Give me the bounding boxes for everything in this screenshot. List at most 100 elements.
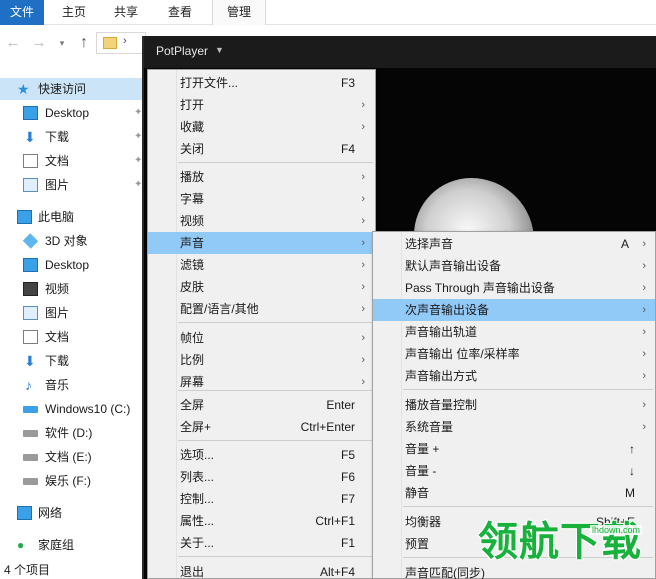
nav-item-drive-e[interactable]: 文档 (E:)	[0, 446, 142, 468]
main-menu-item-3[interactable]: 关闭 F4	[148, 138, 375, 160]
submenu-chevron-icon: ›	[361, 376, 365, 388]
nav-item-documents[interactable]: 文档 ✦	[0, 150, 142, 172]
nav-label: 软件 (D:)	[45, 426, 93, 440]
sound-menu-item-0[interactable]: 选择声音 A ›	[373, 233, 655, 255]
nav-label: 视频	[45, 282, 70, 296]
nav-label: 娱乐 (F:)	[45, 474, 91, 488]
menu-item-label: 打开	[180, 98, 205, 112]
menu-item-shortcut: Ctrl+F1	[315, 514, 355, 528]
nav-item-drive-c[interactable]: Windows10 (C:)	[0, 398, 142, 420]
sound-menu-item-6[interactable]: 声音输出方式 ›	[373, 365, 655, 387]
main-menu-item-20[interactable]: 关于... F1	[148, 532, 375, 554]
main-menu-item-13[interactable]: 屏幕 ›	[148, 371, 375, 393]
potplayer-title[interactable]: PotPlayer	[156, 44, 208, 58]
back-arrow-icon[interactable]: ←	[3, 32, 23, 54]
sound-menu-item-9[interactable]: 音量 + ↑	[373, 438, 655, 460]
sound-menu-item-5[interactable]: 声音输出 位率/采样率 ›	[373, 343, 655, 365]
menu-item-label: 预置	[405, 537, 430, 551]
nav-item-this-pc[interactable]: 此电脑	[0, 206, 142, 228]
nav-label: 下载	[45, 354, 70, 368]
main-menu-item-0[interactable]: 打开文件... F3	[148, 72, 375, 94]
sound-menu-item-4[interactable]: 声音输出轨道 ›	[373, 321, 655, 343]
submenu-chevron-icon: ›	[361, 215, 365, 227]
sound-menu-item-10[interactable]: 音量 - ↓	[373, 460, 655, 482]
menu-separator	[178, 556, 373, 557]
submenu-chevron-icon: ›	[642, 282, 646, 294]
main-menu-item-17[interactable]: 列表... F6	[148, 466, 375, 488]
nav-item-documents-pc[interactable]: 文档	[0, 326, 142, 348]
recent-locations-chevron-icon[interactable]: ▾	[52, 32, 72, 54]
chevron-right-icon[interactable]: ›	[123, 35, 127, 47]
nav-item-3d-objects[interactable]: 3D 对象	[0, 230, 142, 252]
sound-menu-item-3[interactable]: 次声音输出设备 ›	[373, 299, 655, 321]
forward-arrow-icon[interactable]: →	[29, 32, 49, 54]
menu-item-label: 声音输出方式	[405, 369, 478, 383]
menu-item-label: 声音输出 位率/采样率	[405, 347, 520, 361]
main-menu-item-11[interactable]: 帧位 ›	[148, 327, 375, 349]
nav-item-network[interactable]: 网络	[0, 502, 142, 524]
submenu-chevron-icon: ›	[361, 259, 365, 271]
menu-item-shortcut: ↓	[629, 464, 635, 478]
main-menu-item-19[interactable]: 属性... Ctrl+F1	[148, 510, 375, 532]
tab-manage[interactable]: 管理	[212, 0, 266, 25]
nav-label: 下载	[45, 130, 70, 144]
main-menu-item-15[interactable]: 全屏+ Ctrl+Enter	[148, 416, 375, 438]
main-menu-item-21[interactable]: 退出 Alt+F4	[148, 561, 375, 579]
nav-item-quick-access[interactable]: ★ 快速访问	[0, 78, 142, 100]
main-menu-item-9[interactable]: 皮肤 ›	[148, 276, 375, 298]
main-menu-item-12[interactable]: 比例 ›	[148, 349, 375, 371]
download-arrow-icon: ⬇	[24, 129, 36, 145]
main-menu-item-14[interactable]: 全屏 Enter	[148, 394, 375, 416]
main-menu-item-16[interactable]: 选项... F5	[148, 444, 375, 466]
sound-menu-item-2[interactable]: Pass Through 声音输出设备 ›	[373, 277, 655, 299]
sound-menu-item-7[interactable]: 播放音量控制 ›	[373, 394, 655, 416]
tab-share[interactable]: 共享	[104, 0, 148, 25]
up-arrow-icon[interactable]: ↑	[74, 32, 94, 54]
main-menu-item-18[interactable]: 控制... F7	[148, 488, 375, 510]
nav-item-drive-f[interactable]: 娱乐 (F:)	[0, 470, 142, 492]
menu-item-shortcut: Alt+F4	[319, 565, 355, 579]
chevron-down-icon[interactable]: ▼	[215, 45, 224, 55]
nav-item-downloads[interactable]: ⬇ 下载 ✦	[0, 126, 142, 148]
main-menu-item-4[interactable]: 播放 ›	[148, 166, 375, 188]
nav-item-downloads-pc[interactable]: ⬇ 下载	[0, 350, 142, 372]
submenu-chevron-icon: ›	[361, 171, 365, 183]
tab-view[interactable]: 查看	[156, 0, 204, 25]
nav-item-pictures[interactable]: 图片 ✦	[0, 174, 142, 196]
main-menu-item-2[interactable]: 收藏 ›	[148, 116, 375, 138]
address-input[interactable]: ›	[96, 32, 146, 54]
nav-label: 家庭组	[38, 538, 75, 552]
sound-menu-item-8[interactable]: 系统音量 ›	[373, 416, 655, 438]
menu-item-label: 列表...	[180, 470, 215, 484]
nav-item-desktop[interactable]: Desktop ✦	[0, 102, 142, 124]
nav-label: 3D 对象	[45, 234, 88, 248]
film-icon	[23, 282, 38, 296]
nav-item-desktop-pc[interactable]: Desktop	[0, 254, 142, 276]
main-menu-item-7[interactable]: 声音 ›	[148, 232, 375, 254]
watermark-url: lhdown.com	[590, 525, 643, 535]
menu-item-label: 滤镜	[180, 258, 205, 272]
sound-menu-item-11[interactable]: 静音 M	[373, 482, 655, 504]
main-menu-item-5[interactable]: 字幕 ›	[148, 188, 375, 210]
submenu-chevron-icon: ›	[642, 370, 646, 382]
main-menu-item-8[interactable]: 滤镜 ›	[148, 254, 375, 276]
submenu-chevron-icon: ›	[642, 326, 646, 338]
nav-item-music[interactable]: ♪ 音乐	[0, 374, 142, 396]
nav-label: Windows10 (C:)	[45, 402, 131, 416]
star-icon: ★	[17, 81, 30, 97]
nav-item-videos[interactable]: 视频	[0, 278, 142, 300]
submenu-chevron-icon: ›	[361, 237, 365, 249]
menu-item-shortcut: F4	[340, 142, 355, 156]
potplayer-title-bar[interactable]: PotPlayer ▼	[144, 36, 656, 68]
nav-label: 网络	[38, 506, 63, 520]
menu-item-shortcut: Ctrl+Enter	[300, 420, 355, 434]
main-menu-item-10[interactable]: 配置/语言/其他 ›	[148, 298, 375, 320]
sound-menu-item-1[interactable]: 默认声音输出设备 ›	[373, 255, 655, 277]
nav-item-homegroup[interactable]: ● 家庭组	[0, 534, 142, 556]
tab-file[interactable]: 文件	[0, 0, 44, 25]
main-menu-item-1[interactable]: 打开 ›	[148, 94, 375, 116]
tab-home[interactable]: 主页	[52, 0, 96, 25]
nav-item-pictures-pc[interactable]: 图片	[0, 302, 142, 324]
nav-item-drive-d[interactable]: 软件 (D:)	[0, 422, 142, 444]
main-menu-item-6[interactable]: 视频 ›	[148, 210, 375, 232]
